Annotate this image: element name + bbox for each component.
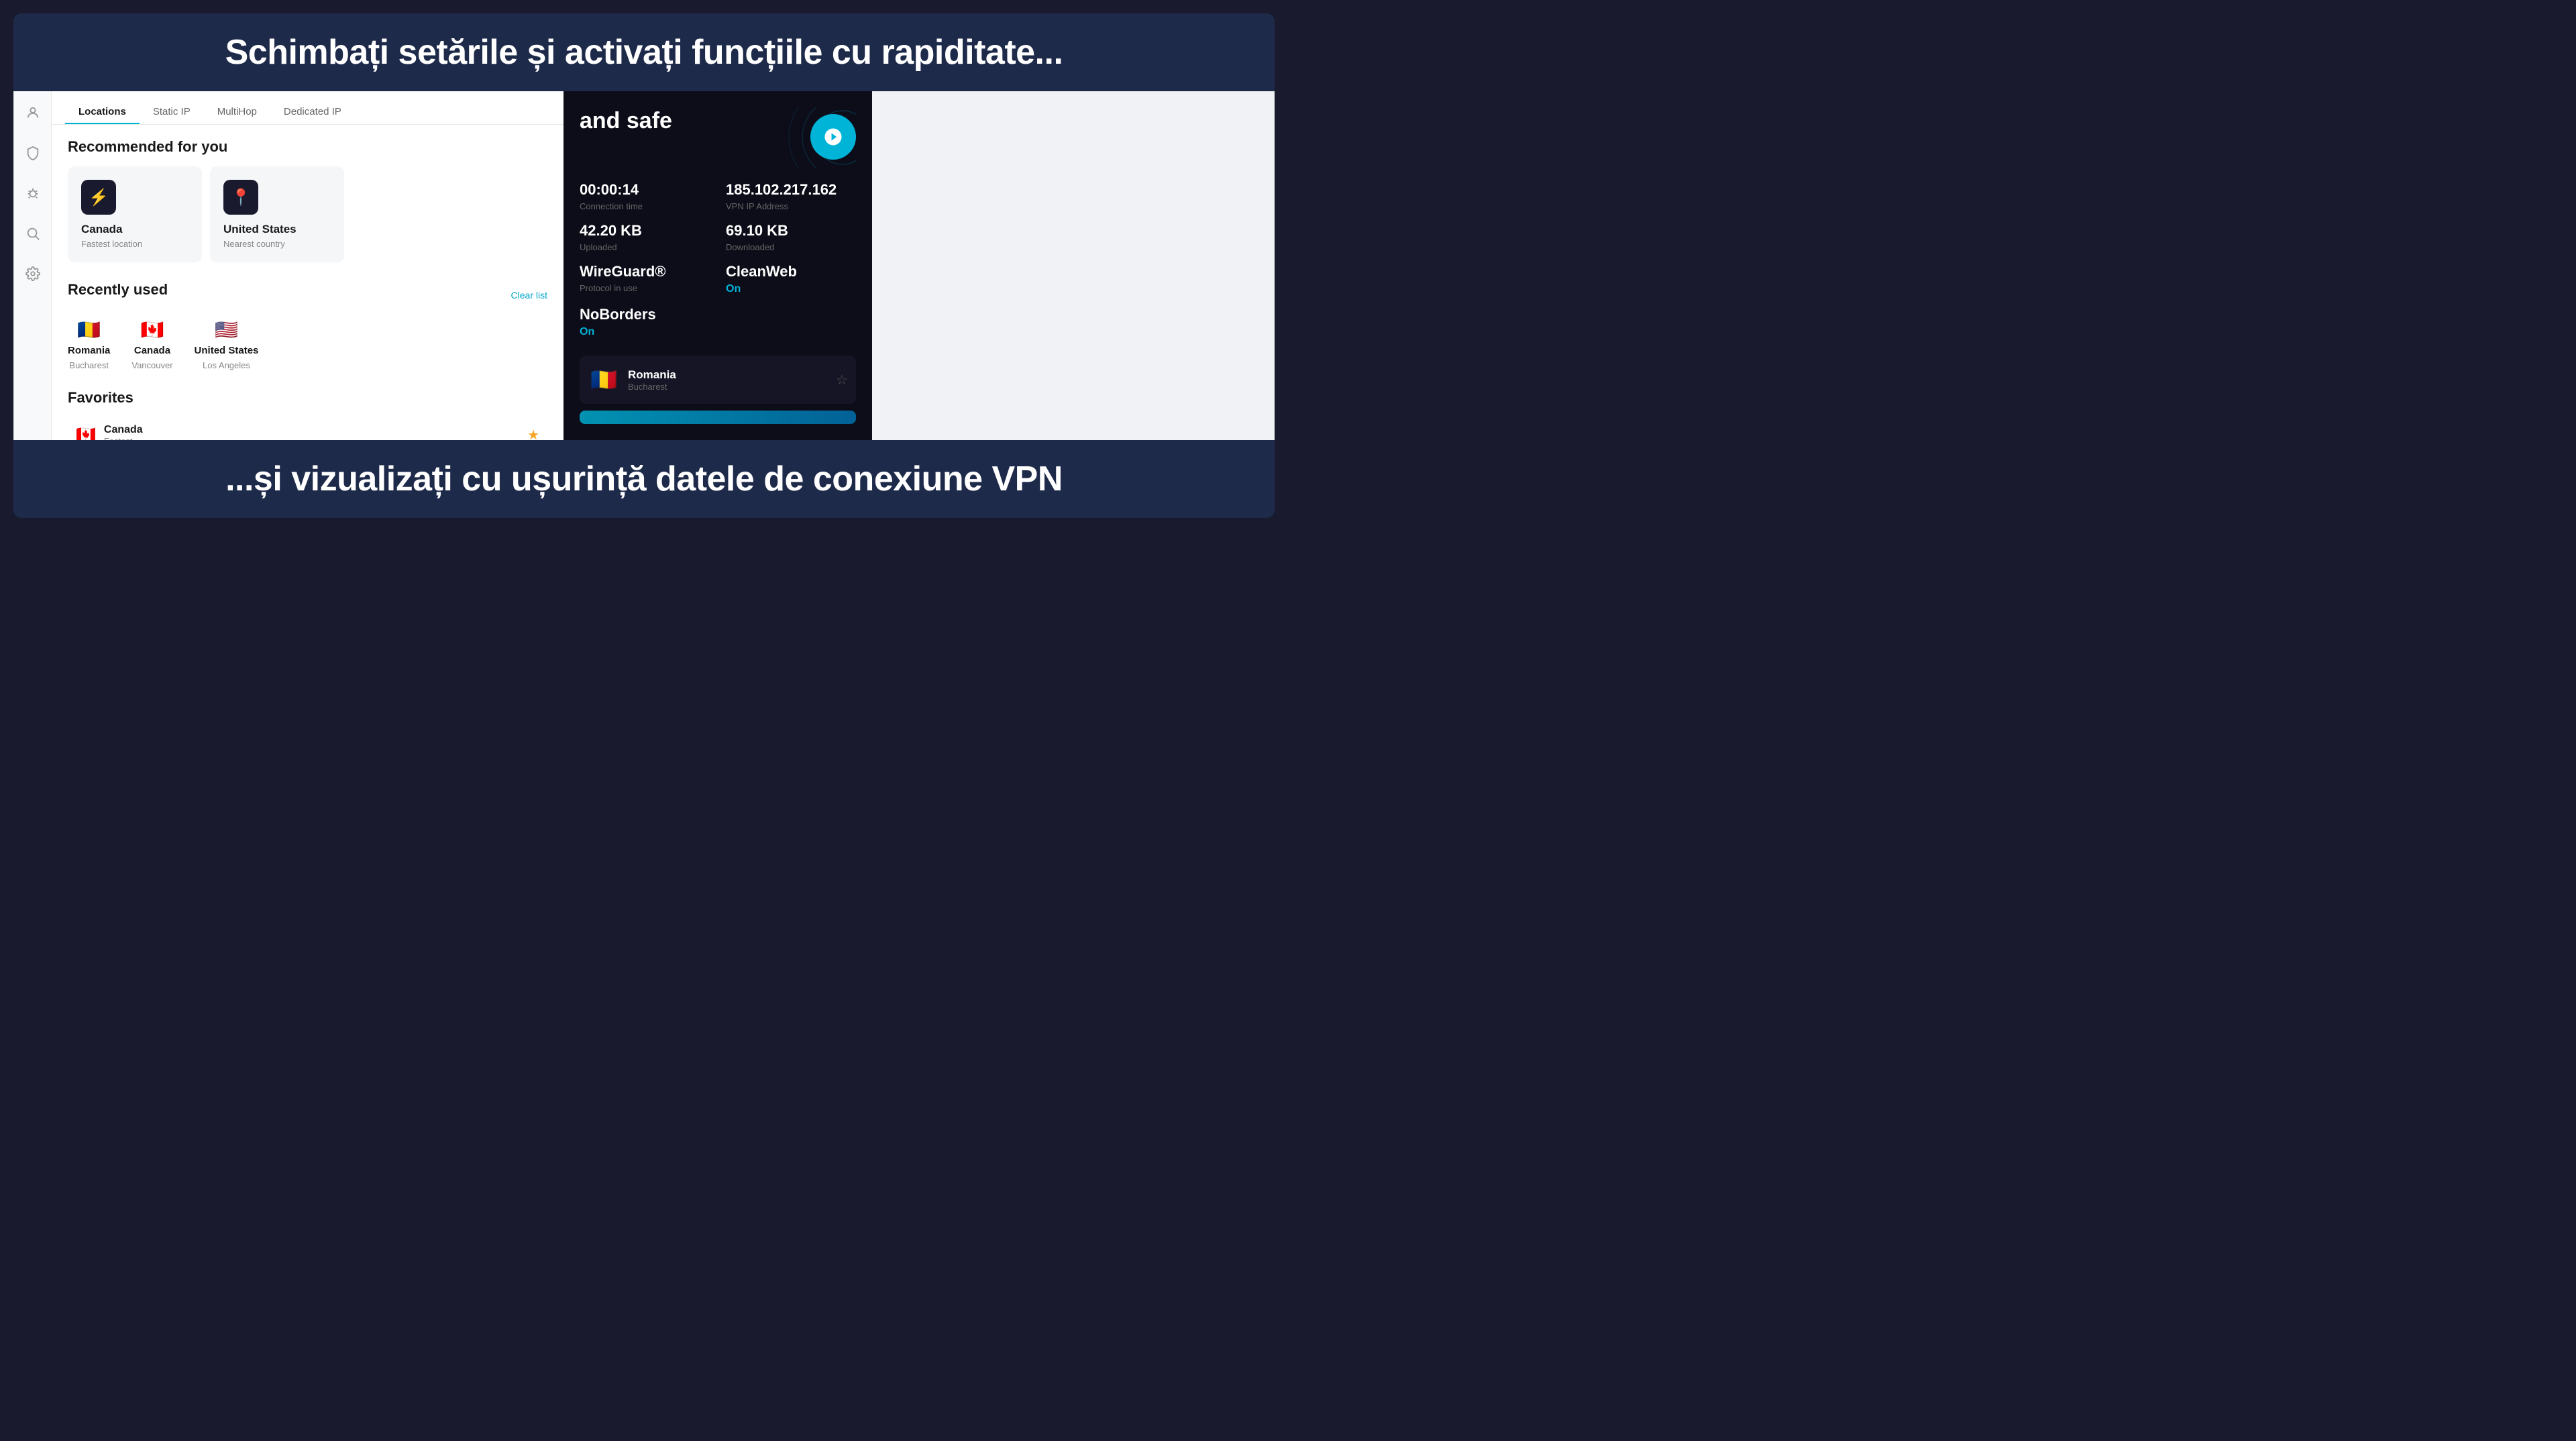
noborders-label: NoBorders <box>580 306 710 323</box>
tab-static-ip[interactable]: Static IP <box>140 101 204 124</box>
clear-list-button[interactable]: Clear list <box>511 290 547 301</box>
cleanweb-label: CleanWeb <box>726 263 856 280</box>
tab-dedicated-ip[interactable]: Dedicated IP <box>270 101 355 124</box>
canada-city: Vancouver <box>131 360 172 370</box>
tab-bar: Locations Static IP MultiHop Dedicated I… <box>52 91 564 125</box>
canada-country: Canada <box>134 345 170 356</box>
uploaded-label: Uploaded <box>580 242 710 252</box>
recommended-grid: ⚡ Canada Fastest location 📍 United State… <box>68 166 547 262</box>
top-banner-text: Schimbați setările și activați funcțiile… <box>225 33 1063 72</box>
stat-uploaded: 42.20 KB Uploaded <box>580 222 710 252</box>
downloaded-label: Downloaded <box>726 242 856 252</box>
locations-panel: Locations Static IP MultiHop Dedicated I… <box>52 91 564 440</box>
us-sub: Nearest country <box>223 239 331 249</box>
us-name: United States <box>223 223 331 236</box>
connected-star-icon[interactable]: ☆ <box>836 372 848 388</box>
vpn-circle-container <box>775 107 856 168</box>
favorite-canada-left: 🇨🇦 Canada Fastest <box>76 424 143 440</box>
top-banner: Schimbați setările și activați funcțiile… <box>13 13 1275 91</box>
panel-body: Recommended for you ⚡ Canada Fastest loc… <box>52 125 564 440</box>
favorite-canada-sub: Fastest <box>104 436 143 440</box>
us-country: United States <box>195 345 259 356</box>
canada-flag-icon: 🇨🇦 <box>141 319 164 341</box>
stat-protocol: WireGuard® Protocol in use <box>580 263 710 295</box>
sidebar-shield-icon[interactable] <box>22 142 44 164</box>
canada-icon: ⚡ <box>81 180 116 215</box>
tab-multihop[interactable]: MultiHop <box>204 101 270 124</box>
recommended-section: Recommended for you ⚡ Canada Fastest loc… <box>68 138 547 262</box>
status-header: and safe <box>580 107 856 168</box>
vpn-app-panel: Locations Static IP MultiHop Dedicated I… <box>13 91 564 440</box>
stat-noborders: NoBorders On <box>580 306 710 338</box>
recent-us[interactable]: 🇺🇸 United States Los Angeles <box>195 319 259 370</box>
canada-name: Canada <box>81 223 189 236</box>
tab-locations[interactable]: Locations <box>65 101 140 124</box>
downloaded-value: 69.10 KB <box>726 222 856 239</box>
status-title: and safe <box>580 107 672 135</box>
ip-address-label: VPN IP Address <box>726 201 856 211</box>
cleanweb-status: On <box>726 283 856 295</box>
vpn-status-panel: and safe 00:00:14 Connection time <box>564 91 872 440</box>
favorite-canada[interactable]: 🇨🇦 Canada Fastest ★ <box>68 417 547 440</box>
sidebar <box>14 91 52 440</box>
uploaded-value: 42.20 KB <box>580 222 710 239</box>
bottom-banner-text: ...și vizualizați cu ușurință datele de … <box>225 460 1063 498</box>
romania-city: Bucharest <box>69 360 109 370</box>
canada-sub: Fastest location <box>81 239 189 249</box>
recently-used-title: Recently used <box>68 281 168 299</box>
favorites-section: Favorites 🇨🇦 Canada Fastest ★ <box>68 389 547 440</box>
stats-grid: 00:00:14 Connection time 185.102.217.162… <box>580 181 856 338</box>
main-content: Locations Static IP MultiHop Dedicated I… <box>13 91 1275 440</box>
power-icon <box>823 127 843 147</box>
connection-time-value: 00:00:14 <box>580 181 710 199</box>
recently-used-section: Recently used Clear list 🇷🇴 Romania Buch… <box>68 281 547 370</box>
recommended-canada[interactable]: ⚡ Canada Fastest location <box>68 166 202 262</box>
sidebar-bug-icon[interactable] <box>22 182 44 204</box>
sidebar-person-icon[interactable] <box>22 102 44 123</box>
bottom-banner: ...și vizualizați cu ușurință datele de … <box>13 440 1275 518</box>
favorite-canada-name: Canada <box>104 424 143 436</box>
stat-ip-address: 185.102.217.162 VPN IP Address <box>726 181 856 211</box>
noborders-status: On <box>580 326 710 338</box>
recently-used-list: 🇷🇴 Romania Bucharest 🇨🇦 Canada Vancouver… <box>68 319 547 370</box>
stat-downloaded: 69.10 KB Downloaded <box>726 222 856 252</box>
protocol-value: WireGuard® <box>580 263 710 280</box>
stat-connection-time: 00:00:14 Connection time <box>580 181 710 211</box>
romania-flag-icon: 🇷🇴 <box>77 319 101 341</box>
connected-country: Romania <box>628 368 828 382</box>
romania-country: Romania <box>68 345 110 356</box>
recommended-us[interactable]: 📍 United States Nearest country <box>210 166 344 262</box>
connect-button[interactable] <box>580 411 856 424</box>
vpn-button-circle[interactable] <box>810 114 856 160</box>
recently-used-header: Recently used Clear list <box>68 281 547 309</box>
connected-flag-icon: 🇷🇴 <box>590 367 617 392</box>
favorite-canada-flag: 🇨🇦 <box>76 425 96 440</box>
favorite-canada-info: Canada Fastest <box>104 424 143 440</box>
connected-info: Romania Bucharest <box>628 368 828 392</box>
stat-cleanweb: CleanWeb On <box>726 263 856 295</box>
sidebar-settings-icon[interactable] <box>22 263 44 284</box>
connection-time-label: Connection time <box>580 201 710 211</box>
recent-romania[interactable]: 🇷🇴 Romania Bucharest <box>68 319 110 370</box>
recommended-title: Recommended for you <box>68 138 547 156</box>
protocol-label: Protocol in use <box>580 283 710 293</box>
connected-city: Bucharest <box>628 382 828 392</box>
connected-location[interactable]: 🇷🇴 Romania Bucharest ☆ <box>580 356 856 404</box>
ip-address-value: 185.102.217.162 <box>726 181 856 199</box>
favorites-list: 🇨🇦 Canada Fastest ★ 🇬🇧 <box>68 417 547 440</box>
us-icon: 📍 <box>223 180 258 215</box>
recent-canada[interactable]: 🇨🇦 Canada Vancouver <box>131 319 172 370</box>
us-city: Los Angeles <box>203 360 250 370</box>
sidebar-search-icon[interactable] <box>22 223 44 244</box>
favorite-canada-star[interactable]: ★ <box>527 427 539 440</box>
us-flag-icon: 🇺🇸 <box>215 319 238 341</box>
connected-flag-container: 🇷🇴 <box>588 364 620 396</box>
favorites-title: Favorites <box>68 389 547 407</box>
